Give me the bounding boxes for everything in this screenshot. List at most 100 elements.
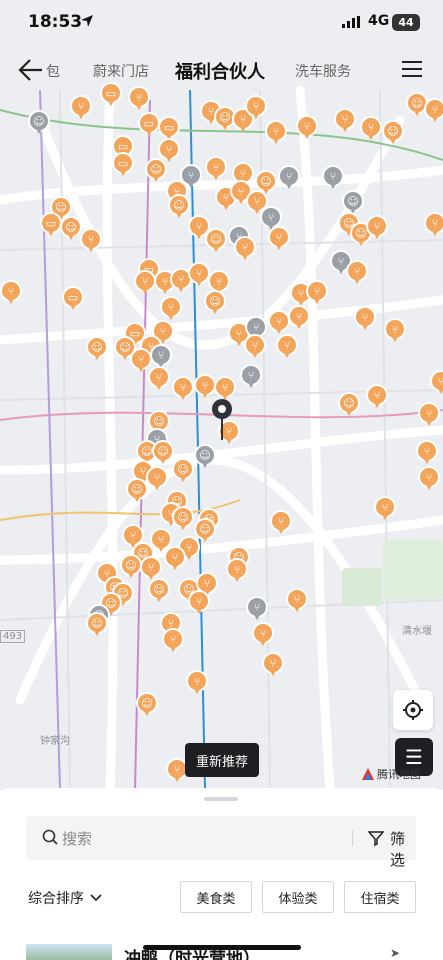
- poi-marker-icon[interactable]: ☺: [60, 216, 82, 242]
- poi-marker-icon[interactable]: ☺: [145, 158, 167, 184]
- poi-marker-icon[interactable]: ⑂: [354, 306, 376, 332]
- back-arrow-icon[interactable]: [18, 58, 44, 82]
- poi-marker-icon[interactable]: ⑂: [194, 374, 216, 400]
- poi-marker-icon[interactable]: ⑂: [276, 334, 298, 360]
- poi-marker-icon[interactable]: ☺: [338, 392, 360, 418]
- poi-marker-icon[interactable]: ⑂: [366, 215, 388, 241]
- poi-marker-icon[interactable]: ☺: [28, 110, 50, 136]
- poi-marker-icon[interactable]: ▭: [138, 112, 160, 138]
- top-navigation: 包 蔚来门店 福利合伙人 洗车服务: [0, 48, 443, 92]
- poi-marker-icon[interactable]: ⑂: [418, 466, 440, 492]
- poi-marker-icon[interactable]: ⑂: [268, 310, 290, 336]
- search-input[interactable]: 搜索: [62, 828, 92, 849]
- poi-marker-icon[interactable]: ⑂: [262, 652, 284, 678]
- location-arrow-icon: [81, 15, 93, 27]
- poi-marker-icon[interactable]: ▭: [112, 152, 134, 178]
- tab-car-wash[interactable]: 洗车服务: [295, 61, 351, 81]
- poi-marker-icon[interactable]: ☺: [148, 578, 170, 604]
- poi-marker-icon[interactable]: ⑂: [360, 116, 382, 142]
- poi-marker-icon[interactable]: ⑂: [374, 496, 396, 522]
- poi-marker-icon[interactable]: ☺: [382, 120, 404, 146]
- category-food[interactable]: 美食类: [180, 881, 252, 913]
- map-label-road: 493: [0, 630, 26, 643]
- poi-marker-icon[interactable]: ⑂: [430, 370, 443, 396]
- poi-marker-icon[interactable]: ▭: [40, 212, 62, 238]
- locate-button[interactable]: [393, 690, 433, 730]
- poi-marker-icon[interactable]: ⑂: [366, 384, 388, 410]
- chevron-down-icon: [90, 894, 102, 902]
- poi-marker-icon[interactable]: ⑂: [245, 95, 267, 121]
- poi-marker-icon[interactable]: ⑂: [246, 596, 268, 622]
- poi-marker-icon[interactable]: ⑂: [424, 98, 443, 124]
- poi-marker-icon[interactable]: ⑂: [172, 376, 194, 402]
- filter-icon: [368, 831, 384, 846]
- filter-button[interactable]: 筛选: [390, 828, 416, 870]
- poi-marker-icon[interactable]: ⑂: [188, 262, 210, 288]
- poi-marker-icon[interactable]: ☺: [86, 612, 108, 638]
- poi-marker-icon[interactable]: ☺: [126, 478, 148, 504]
- poi-marker-icon[interactable]: ☺: [205, 228, 227, 254]
- poi-marker-icon[interactable]: ⑂: [286, 588, 308, 614]
- poi-marker-icon[interactable]: ⑂: [162, 628, 184, 654]
- poi-marker-icon[interactable]: ⑂: [270, 510, 292, 536]
- location-marker-icon: [212, 399, 232, 440]
- poi-marker-icon[interactable]: ☺: [194, 444, 216, 470]
- poi-marker-icon[interactable]: ⑂: [188, 590, 210, 616]
- poi-marker-icon[interactable]: ⑂: [265, 120, 287, 146]
- poi-marker-icon[interactable]: ☺: [136, 692, 158, 718]
- result-thumbnail: [26, 944, 112, 960]
- poi-marker-icon[interactable]: ⑂: [240, 364, 262, 390]
- category-experience[interactable]: 体验类: [262, 881, 334, 913]
- poi-marker-icon[interactable]: ⑂: [234, 236, 256, 262]
- poi-marker-icon[interactable]: ⑂: [334, 108, 356, 134]
- poi-marker-icon[interactable]: ⑂: [148, 366, 170, 392]
- network-type: 4G: [368, 13, 390, 29]
- poi-marker-icon[interactable]: ⑂: [70, 95, 92, 121]
- poi-marker-icon[interactable]: ▭: [62, 286, 84, 312]
- poi-marker-icon[interactable]: ☺: [168, 194, 190, 220]
- poi-marker-icon[interactable]: ⑂: [134, 270, 156, 296]
- sort-label: 综合排序: [28, 891, 84, 907]
- search-bar[interactable]: 搜索 筛选: [26, 816, 416, 869]
- poi-marker-icon[interactable]: ⑂: [416, 440, 438, 466]
- tab-partial[interactable]: 包: [46, 61, 60, 81]
- poi-marker-icon[interactable]: ⑂: [296, 115, 318, 141]
- search-icon: [42, 829, 58, 845]
- poi-marker-icon[interactable]: ☺: [172, 458, 194, 484]
- tab-nio-stores[interactable]: 蔚来门店: [93, 61, 149, 81]
- poi-marker-icon[interactable]: ⑂: [424, 212, 443, 238]
- poi-marker-icon[interactable]: ⑂: [146, 466, 168, 492]
- refresh-recommend-button[interactable]: 重新推荐: [185, 743, 259, 777]
- home-indicator: [143, 945, 301, 950]
- poi-marker-icon[interactable]: ⑂: [244, 334, 266, 360]
- poi-marker-icon[interactable]: ⑂: [252, 622, 274, 648]
- poi-marker-icon[interactable]: ⑂: [278, 165, 300, 191]
- poi-marker-icon[interactable]: ☺: [204, 290, 226, 316]
- poi-marker-icon[interactable]: ⑂: [418, 402, 440, 428]
- search-divider: [352, 830, 353, 846]
- poi-marker-icon[interactable]: ☺: [86, 336, 108, 362]
- navigate-icon[interactable]: ➤: [390, 946, 400, 960]
- map-label-qingshuiba: 清水堰: [402, 626, 432, 637]
- sort-dropdown[interactable]: 综合排序: [28, 888, 102, 908]
- poi-marker-icon[interactable]: ⑂: [306, 280, 328, 306]
- map-view[interactable]: ⑂ ▭ ⑂ ☺ ▭ ▭ ⑂ ☺ ⑂ ⑂ ⑂ ⑂ ⑂ ⑂ ☺ ☺ ⑂ ▭ ▭ ⑂ ☺ ⑂ ⑂ ⑂ ☺ ⑂ ⑂ ☺ ⑂ ☺ ⑂ ⑂ ⑂ ☺ ▭ ☺ ⑂ ⑂ ☺ ⑂…: [0, 0, 443, 790]
- poi-marker-icon[interactable]: ⑂: [164, 546, 186, 572]
- poi-marker-icon[interactable]: ⑂: [205, 156, 227, 182]
- poi-marker-icon[interactable]: ⑂: [268, 226, 290, 252]
- poi-marker-icon[interactable]: ☺: [172, 506, 194, 532]
- poi-marker-icon[interactable]: ⑂: [288, 305, 310, 331]
- poi-marker-icon[interactable]: ⑂: [322, 165, 344, 191]
- category-lodging[interactable]: 住宿类: [344, 881, 416, 913]
- poi-marker-icon[interactable]: ☺: [152, 440, 174, 466]
- menu-icon[interactable]: [402, 61, 422, 79]
- poi-marker-icon[interactable]: ⑂: [226, 558, 248, 584]
- poi-marker-icon[interactable]: ⑂: [80, 228, 102, 254]
- drag-handle[interactable]: [204, 797, 238, 801]
- poi-marker-icon[interactable]: ⑂: [0, 280, 22, 306]
- tab-welfare-partner[interactable]: 福利合伙人: [175, 58, 265, 84]
- poi-marker-icon[interactable]: ⑂: [384, 318, 406, 344]
- poi-marker-icon[interactable]: ⑂: [186, 670, 208, 696]
- poi-marker-icon[interactable]: ⑂: [346, 260, 368, 286]
- poi-marker-icon[interactable]: ⑂: [160, 296, 182, 322]
